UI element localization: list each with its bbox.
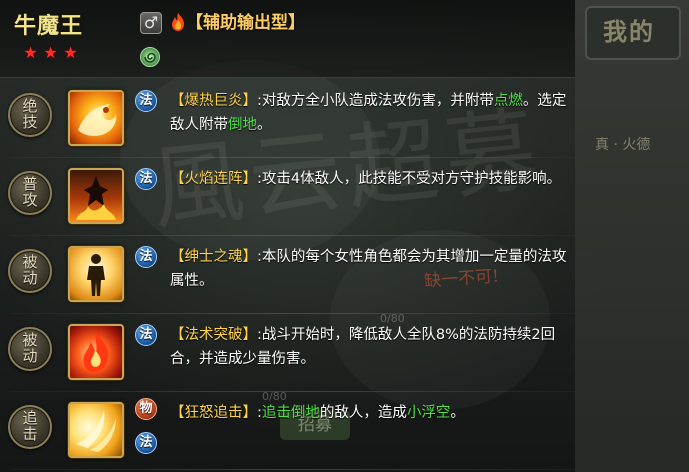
row-divider [10, 469, 575, 470]
character-name: 牛魔王 [14, 13, 84, 39]
magic-attack-badge: 法 [135, 246, 157, 268]
skill-row: 追 击 物法【狂怒追击】:追击倒地的敌人，造成小浮空。 [0, 392, 575, 470]
magic-attack-badge: 法 [135, 168, 157, 190]
magic-attack-badge: 法 [135, 324, 157, 346]
skill-row: 绝 技法【爆热巨炎】:对敌方全小队造成法攻伤害，并附带点燃。选定敌人附带倒地。 [0, 80, 575, 158]
skill-description-text: 的敌人，造成 [319, 405, 407, 421]
magic-attack-badge: 法 [135, 90, 157, 112]
skill-description: 【绅士之魂】:本队的每个女性角色都会为其增加一定量的法攻属性。 [170, 245, 572, 293]
male-gender-icon: ♂ [140, 12, 162, 34]
gentleman-silhouette-icon[interactable] [68, 246, 124, 302]
fire-icon [168, 12, 188, 34]
spiral-emblem-icon [140, 47, 160, 67]
skill-description: 【火焰连阵】:攻击4体敌人，此技能不受对方守护技能影响。 [170, 167, 572, 191]
status-keyword: 倒地 [228, 117, 257, 133]
skill-name: 【法术突破】 [170, 327, 257, 343]
fire-burst-icon[interactable] [68, 324, 124, 380]
character-type-label: 【辅助输出型】 [186, 13, 305, 33]
star-rating: ★ ★ ★ [22, 44, 79, 61]
character-skill-panel: 我的 真 · 火德 風云超募 缺一不可! 0/80 0/80 招募 牛魔王 ★ ★… [0, 0, 689, 472]
skill-description: 【狂怒追击】:追击倒地的敌人，造成小浮空。 [170, 401, 572, 425]
skill-name: 【爆热巨炎】 [170, 93, 257, 109]
star-icon: ★ [43, 43, 58, 62]
status-keyword: 小浮空 [406, 405, 451, 421]
skill-category-label: 绝 技 [22, 97, 38, 131]
flame-warrior-icon[interactable] [68, 168, 124, 224]
skill-description-text: :对敌方全小队造成法攻伤害，并附带 [257, 93, 494, 109]
skill-description-text: 。 [450, 405, 465, 421]
skill-category-label: 追 击 [22, 409, 38, 443]
status-keyword: 点燃 [493, 93, 523, 109]
skill-name: 【火焰连阵】 [170, 171, 257, 187]
skill-row: 被 动 法【法术突破】:战斗开始时，降低敌人全队8%的法防持续2回合，并造成少量伤… [0, 314, 575, 392]
skill-name: 【绅士之魂】 [170, 249, 257, 265]
skill-description-text: 。 [257, 117, 272, 133]
magic-attack-badge: 法 [135, 432, 157, 454]
skill-description: 【爆热巨炎】:对敌方全小队造成法攻伤害，并附带点燃。选定敌人附带倒地。 [170, 89, 572, 137]
skill-description-text: :攻击4体敌人，此技能不受对方守护技能影响。 [257, 171, 562, 187]
star-icon: ★ [23, 43, 38, 62]
skill-row: 被 动 法【绅士之魂】:本队的每个女性角色都会为其增加一定量的法攻属性。 [0, 236, 575, 314]
claw-slash-icon[interactable] [68, 402, 124, 458]
dragon-flame-icon[interactable] [68, 90, 124, 146]
skill-name: 【狂怒追击】 [170, 405, 257, 421]
skill-row: 普 攻 法【火焰连阵】:攻击4体敌人，此技能不受对方守护技能影响。 [0, 158, 575, 236]
skill-category-label: 被 动 [22, 253, 38, 287]
background-side-panel: 我的 真 · 火德 [575, 0, 689, 472]
skill-category-label: 普 攻 [22, 175, 38, 209]
star-icon: ★ [63, 43, 78, 62]
background-side-text: 真 · 火德 [595, 137, 651, 153]
skill-category-label: 被 动 [22, 331, 38, 365]
background-panel-title: 我的 [603, 17, 655, 46]
character-header: 牛魔王 ★ ★ ★ ♂ 【辅助输出型】 [0, 0, 575, 78]
physical-attack-badge: 物 [135, 398, 157, 420]
status-keyword: 追击倒地 [261, 405, 320, 421]
skill-description: 【法术突破】:战斗开始时，降低敌人全队8%的法防持续2回合，并造成少量伤害。 [170, 323, 572, 371]
